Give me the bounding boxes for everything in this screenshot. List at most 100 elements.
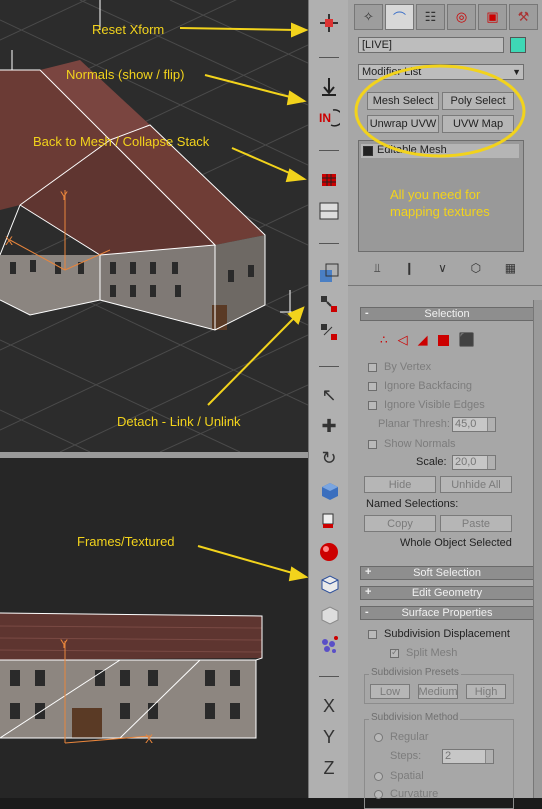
planar-thresh-label: Planar Thresh: <box>378 418 450 430</box>
unlink-icon <box>321 324 337 340</box>
show-normals-label: Show Normals <box>384 438 456 450</box>
soft-selection-rollout-header[interactable]: + Soft Selection <box>360 566 534 580</box>
tab-modify[interactable]: ⌒ <box>385 4 414 30</box>
viewport-top[interactable]: Y X Reset Xform Normals (show / flip) Ba… <box>0 0 308 452</box>
edge-icon[interactable]: ◁ <box>398 332 408 348</box>
selection-rollout-header[interactable]: - Selection <box>360 307 534 321</box>
make-unique-icon[interactable]: ∨ <box>438 261 447 277</box>
paint-tool[interactable] <box>315 508 343 534</box>
subdivision-method-title: Subdivision Method <box>369 712 461 723</box>
callout-detach: Detach - Link / Unlink <box>117 414 241 429</box>
flip-normals-button[interactable]: IN <box>315 104 343 130</box>
steps-spinner[interactable]: 2 <box>442 749 494 764</box>
move-tool[interactable]: ✚ <box>315 413 343 439</box>
axis-y-button[interactable]: Y <box>315 724 343 750</box>
mesh-select-button[interactable]: Mesh Select <box>367 92 439 110</box>
polygon-icon[interactable] <box>437 334 449 346</box>
uvw-map-button[interactable]: UVW Map <box>442 115 514 133</box>
vertical-toolbar: IN ↖ ✚ ↻ X Y Z <box>308 0 350 798</box>
hide-button[interactable]: Hide <box>364 476 436 493</box>
stack-item-editable-mesh[interactable]: Editable Mesh <box>361 144 519 158</box>
show-normals-button[interactable] <box>315 74 343 100</box>
planar-thresh-spinner[interactable]: 45,0 <box>452 417 496 432</box>
collapse-stack-button[interactable] <box>315 167 343 193</box>
detach-button[interactable] <box>315 260 343 286</box>
spatial-radio[interactable] <box>374 772 383 781</box>
command-panel: ✧ ⌒ ☷ ◎ ▣ ⚒ [LIVE] Modifier List ▼ Mesh … <box>348 0 542 809</box>
collapse-icon <box>319 202 339 220</box>
viewport-bottom[interactable]: Y X Frames/Textured <box>0 458 308 798</box>
unwrap-uvw-button[interactable]: Unwrap UVW <box>367 115 439 133</box>
material-button[interactable] <box>315 538 343 564</box>
rotate-tool[interactable]: ↻ <box>315 445 343 471</box>
remove-modifier-icon[interactable]: ⬡ <box>471 261 481 277</box>
element-icon[interactable]: ⬛ <box>459 332 475 348</box>
detach-icon <box>320 263 339 282</box>
callout-back-to-mesh: Back to Mesh / Collapse Stack <box>33 134 210 149</box>
ignore-backfacing-checkbox[interactable] <box>368 382 377 391</box>
axis-z-button[interactable]: Z <box>315 755 343 781</box>
show-end-result-icon[interactable]: ❙ <box>404 261 414 277</box>
curvature-label: Curvature <box>390 788 439 800</box>
ignore-visible-edges-checkbox[interactable] <box>368 401 377 410</box>
subdivision-presets-title: Subdivision Presets <box>369 667 461 678</box>
callout-frames: Frames/Textured <box>77 534 175 549</box>
sub-object-level-buttons: ∴ ◁ ◢ ⬛ <box>380 332 510 348</box>
reset-xform-button[interactable] <box>315 10 343 36</box>
axis-x-button[interactable]: X <box>315 693 343 719</box>
particles-button[interactable] <box>315 632 343 658</box>
box-tool[interactable] <box>315 477 343 503</box>
svg-text:IN: IN <box>319 111 331 125</box>
copy-button[interactable]: Copy <box>364 515 436 532</box>
by-vertex-checkbox[interactable] <box>368 363 377 372</box>
toolbar-separator <box>319 676 339 677</box>
preset-high-button[interactable]: High <box>466 684 506 699</box>
by-vertex-label: By Vertex <box>384 361 432 373</box>
select-tool[interactable]: ↖ <box>315 382 343 408</box>
preset-low-button[interactable]: Low <box>370 684 410 699</box>
tab-hierarchy[interactable]: ☷ <box>416 4 445 30</box>
frames-textured-button[interactable] <box>315 570 343 596</box>
selection-title: Selection <box>424 308 470 320</box>
show-normals-checkbox[interactable] <box>368 440 377 449</box>
collapse-button[interactable] <box>315 198 343 224</box>
unhide-all-button[interactable]: Unhide All <box>440 476 512 493</box>
surface-properties-title: Surface Properties <box>401 607 493 619</box>
configure-sets-icon[interactable]: ▦ <box>505 261 516 277</box>
flip-normals-icon: IN <box>319 109 340 127</box>
regular-label: Regular <box>390 731 429 743</box>
rotate-icon: ↻ <box>321 447 337 468</box>
tab-utilities[interactable]: ⚒ <box>509 4 538 30</box>
toolbar-separator <box>319 243 339 244</box>
panel-scrollbar[interactable] <box>533 300 542 798</box>
pin-stack-icon[interactable]: ⫫ <box>374 261 381 277</box>
scale-spinner[interactable]: 20,0 <box>452 455 496 470</box>
tab-create[interactable]: ✧ <box>354 4 383 30</box>
mesh-icon <box>322 174 336 186</box>
modifier-list-dropdown[interactable]: Modifier List ▼ <box>358 64 524 80</box>
toolbar-separator <box>319 366 339 367</box>
regular-radio[interactable] <box>374 733 383 742</box>
tab-display[interactable]: ▣ <box>478 4 507 30</box>
selection-status: Whole Object Selected <box>400 537 512 549</box>
checkmark-icon: ✓ <box>391 647 399 657</box>
named-selections-label: Named Selections: <box>366 498 459 510</box>
surface-properties-rollout-header[interactable]: - Surface Properties <box>360 606 534 620</box>
split-mesh-checkbox[interactable]: ✓ <box>390 647 399 658</box>
tab-motion[interactable]: ◎ <box>447 4 476 30</box>
face-icon[interactable]: ◢ <box>418 332 428 348</box>
link-icon <box>321 296 337 312</box>
object-color-swatch[interactable] <box>510 37 526 53</box>
poly-select-button[interactable]: Poly Select <box>442 92 514 110</box>
vertex-icon[interactable]: ∴ <box>380 333 388 347</box>
cursor-arrow-icon: ↖ <box>321 384 337 405</box>
preset-medium-button[interactable]: Medium <box>418 684 458 699</box>
object-name-field[interactable]: [LIVE] <box>358 37 504 53</box>
paste-button[interactable]: Paste <box>440 515 512 532</box>
subdivision-displacement-checkbox[interactable] <box>368 630 377 639</box>
spatial-label: Spatial <box>390 770 424 782</box>
shaded-box-button[interactable] <box>315 601 343 627</box>
unlink-button[interactable] <box>315 319 343 345</box>
edit-geometry-rollout-header[interactable]: + Edit Geometry <box>360 586 534 600</box>
link-button[interactable] <box>315 291 343 317</box>
